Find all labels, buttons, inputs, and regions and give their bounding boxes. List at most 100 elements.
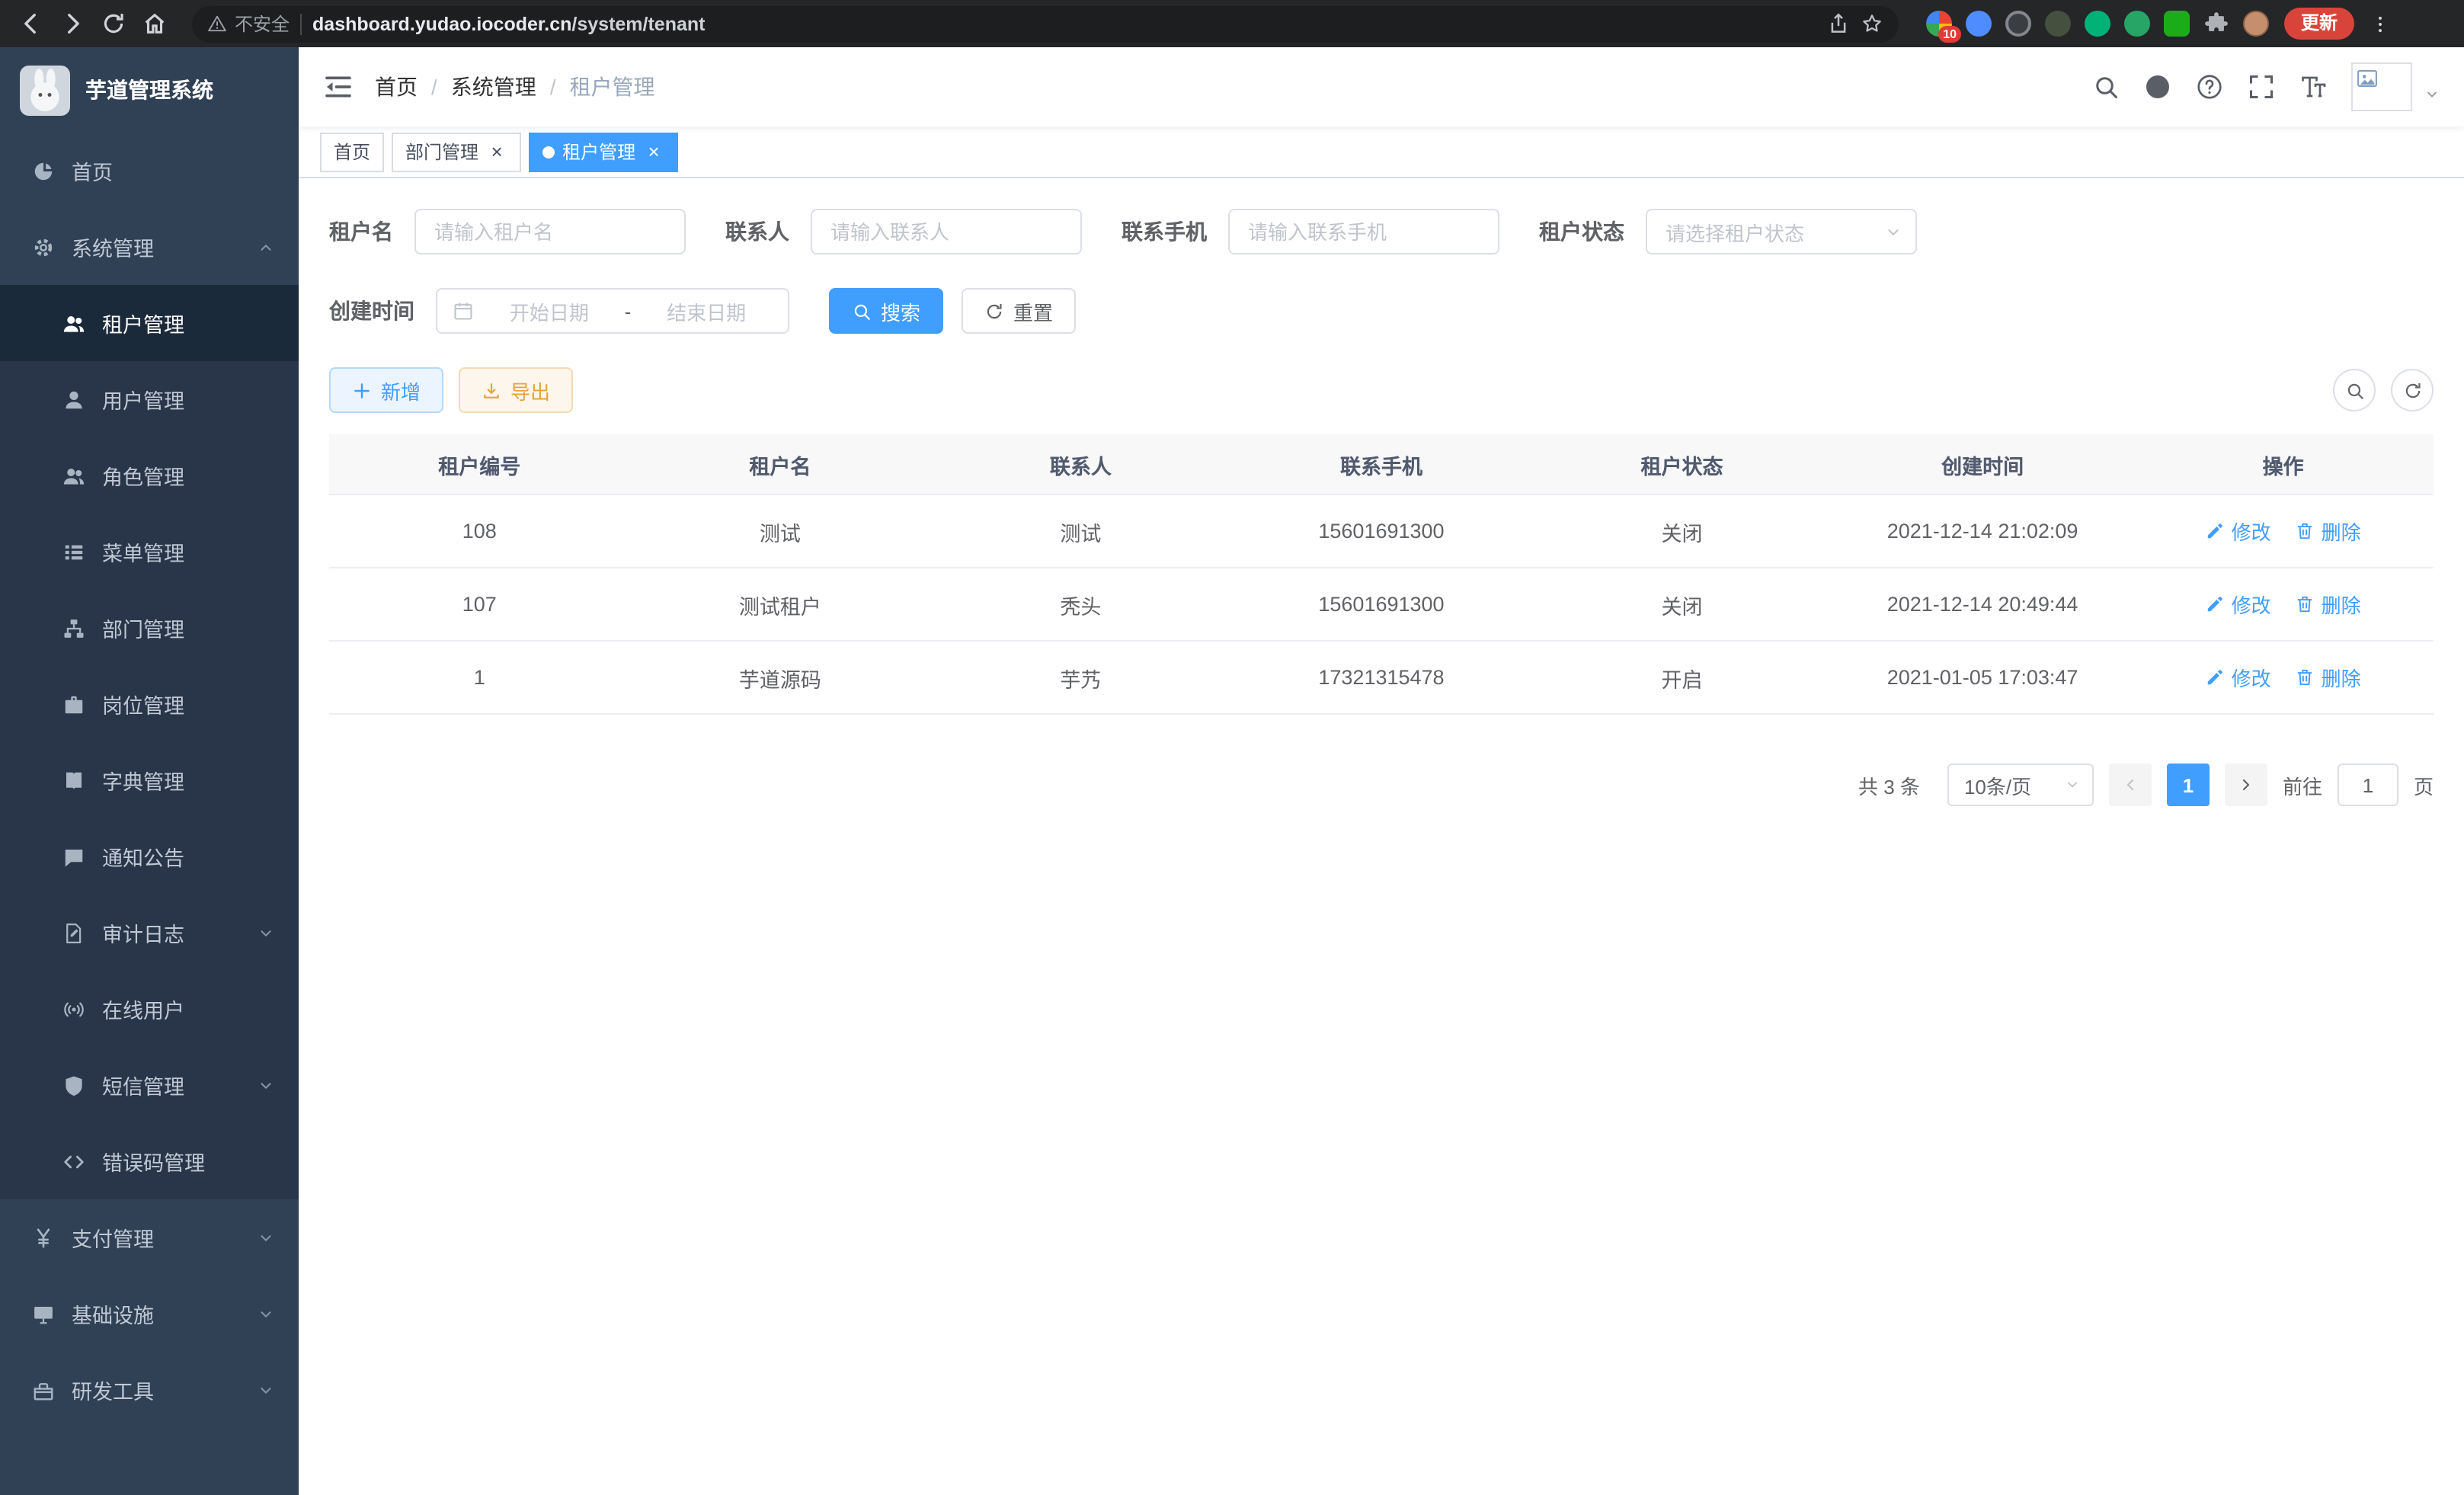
table-header: 租户编号 租户名 联系人 联系手机 租户状态 创建时间 操作 [329,434,2434,495]
fullscreen-icon[interactable] [2248,73,2275,101]
sidebar-item-post-mgmt[interactable]: 岗位管理 [0,666,299,742]
start-date-placeholder[interactable]: 开始日期 [483,296,616,325]
goto-page-input[interactable] [2338,764,2398,806]
sidebar-item-tenant-mgmt[interactable]: 租户管理 [0,285,299,361]
cell-status: 开启 [1531,662,1832,693]
column-header: 租户状态 [1531,449,1832,479]
sidebar-section-payment[interactable]: 支付管理 [0,1199,299,1276]
search-icon [852,301,872,321]
avatar-caret-down-icon[interactable] [2424,87,2440,102]
sidebar-item-sms-mgmt[interactable]: 短信管理 [0,1047,299,1123]
toggle-search-button[interactable] [2333,369,2376,411]
search-icon[interactable] [2092,73,2120,101]
browser-update-button[interactable]: 更新 [2284,8,2354,40]
announcement-icon [62,845,85,868]
sidebar-section-devtools[interactable]: 研发工具 [0,1352,299,1428]
sidebar-section-system-mgmt[interactable]: 系统管理 [0,209,299,285]
export-button[interactable]: 导出 [459,367,573,413]
chevron-right-icon [2237,776,2255,794]
prev-page-button[interactable] [2109,764,2152,806]
breadcrumb-item-home[interactable]: 首页 [375,72,418,102]
browser-back-icon[interactable] [18,11,44,37]
next-page-button[interactable] [2225,764,2267,806]
extension-icon[interactable] [2005,11,2031,37]
sidebar-collapse-icon[interactable] [323,72,354,102]
sidebar-item-role-mgmt[interactable]: 角色管理 [0,437,299,514]
reset-button[interactable]: 重置 [962,288,1076,334]
mobile-input[interactable] [1228,209,1499,255]
online-signal-icon [62,997,85,1020]
tenant-name-input[interactable] [414,209,686,255]
audit-log-icon [62,921,85,944]
end-date-placeholder[interactable]: 结束日期 [640,296,773,325]
extension-icon[interactable] [1966,11,1992,37]
filter-label: 联系人 [725,216,789,247]
sidebar-item-dict-mgmt[interactable]: 字典管理 [0,742,299,818]
extension-icon[interactable] [2045,11,2071,37]
delete-link[interactable]: 删除 [2296,590,2361,619]
sidebar-item-online-users[interactable]: 在线用户 [0,971,299,1047]
close-icon[interactable]: × [643,141,664,162]
font-size-icon[interactable] [2299,73,2327,101]
tags-view: 首页 部门管理 × 租户管理 × [299,126,2464,178]
page-size-select[interactable]: 10条/页 [1947,764,2094,806]
browser-profile-avatar[interactable] [2243,11,2269,37]
browser-forward-icon[interactable] [59,11,85,37]
tag-dept-mgmt[interactable]: 部门管理 × [392,132,521,171]
refresh-table-button[interactable] [2391,369,2434,411]
sidebar-item-label: 首页 [72,155,113,186]
cell-tenant-name: 测试租户 [630,589,931,619]
breadcrumb-separator: / [550,75,556,99]
edit-link[interactable]: 修改 [2206,663,2271,692]
breadcrumb-item-system[interactable]: 系统管理 [451,72,536,102]
sidebar-item-home[interactable]: 首页 [0,133,299,209]
extension-icon[interactable] [2164,11,2190,37]
chevron-down-icon [2065,777,2080,792]
bookmark-star-icon[interactable] [1861,12,1883,35]
contact-input[interactable] [811,209,1082,255]
chevron-left-icon [2121,776,2139,794]
browser-extensions: 10 [1926,11,2269,37]
security-chip[interactable]: 不安全 [207,11,290,37]
sidebar-item-menu-mgmt[interactable]: 菜单管理 [0,514,299,590]
filter-label: 租户状态 [1539,216,1624,247]
delete-icon [2296,521,2315,541]
tag-label: 部门管理 [405,139,478,165]
security-label: 不安全 [235,11,290,37]
page-number-button[interactable]: 1 [2167,764,2210,806]
sidebar-item-label: 用户管理 [102,384,184,415]
help-icon[interactable] [2196,73,2223,101]
browser-home-icon[interactable] [142,11,168,37]
sidebar-item-dept-mgmt[interactable]: 部门管理 [0,590,299,666]
edit-link[interactable]: 修改 [2206,590,2271,619]
close-icon[interactable]: × [486,141,507,162]
sidebar-item-error-code-mgmt[interactable]: 错误码管理 [0,1123,299,1199]
user-avatar[interactable] [2351,62,2412,111]
extensions-puzzle-icon[interactable] [2203,11,2229,37]
share-icon[interactable] [1827,12,1850,35]
edit-link[interactable]: 修改 [2206,517,2271,546]
tag-tenant-mgmt[interactable]: 租户管理 × [529,132,678,171]
sidebar-section-infrastructure[interactable]: 基础设施 [0,1276,299,1352]
browser-menu-icon[interactable] [2370,11,2391,36]
extension-icon[interactable]: 10 [1926,11,1952,37]
date-range-picker[interactable]: 开始日期 - 结束日期 [436,288,789,334]
download-icon [482,380,501,400]
extension-icon[interactable] [2085,11,2110,37]
filter-create-time: 创建时间 开始日期 - 结束日期 [329,288,789,334]
sidebar-item-user-mgmt[interactable]: 用户管理 [0,361,299,437]
add-button[interactable]: 新增 [329,367,443,413]
extension-icon[interactable] [2124,11,2150,37]
delete-link[interactable]: 删除 [2296,663,2361,692]
extension-badge: 10 [1938,26,1961,43]
browser-reload-icon[interactable] [101,11,126,37]
github-icon[interactable] [2144,73,2171,101]
delete-link[interactable]: 删除 [2296,517,2361,546]
sidebar-item-notice[interactable]: 通知公告 [0,818,299,895]
search-button[interactable]: 搜索 [829,288,943,334]
sidebar-item-audit-log[interactable]: 审计日志 [0,895,299,971]
tag-home[interactable]: 首页 [320,132,384,171]
filter-label: 租户名 [329,216,393,247]
status-select[interactable]: 请选择租户状态 [1646,209,1917,255]
address-bar[interactable]: 不安全 dashboard.yudao.iocoder.cn/system/te… [192,5,1899,42]
